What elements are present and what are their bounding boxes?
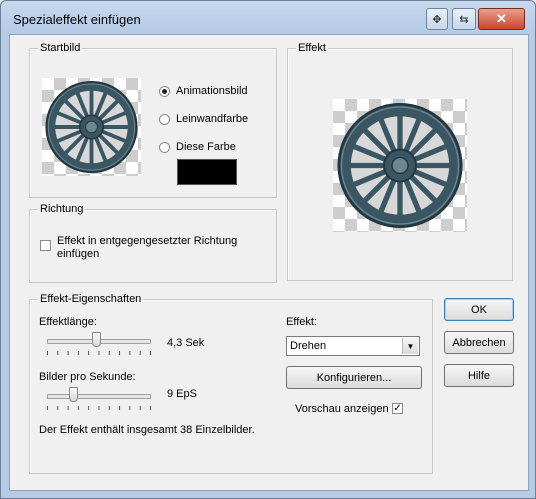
effekt-preview-group-label: Effekt <box>296 42 328 54</box>
dialog-window: Spezialeffekt einfügen ✥ ⇆ ✕ Startbild A… <box>0 0 536 499</box>
effect-type-select[interactable]: Drehen ▼ <box>286 336 420 356</box>
radio-dot[interactable] <box>159 113 170 125</box>
reverse-direction-checkbox[interactable] <box>40 240 51 251</box>
effect-type-label: Effekt: <box>286 316 317 328</box>
reverse-direction-label: Effekt in entgegengesetzter Richtung ein… <box>57 235 237 261</box>
richtung-group: Richtung Effekt in entgegengesetzter Ric… <box>29 203 277 283</box>
slider-thumb[interactable] <box>92 332 101 347</box>
radio-label: Diese Farbe <box>176 141 236 153</box>
effect-length-slider[interactable] <box>47 332 151 356</box>
context-help-icon[interactable]: ⇆ <box>452 8 476 30</box>
radio-leinwandfarbe[interactable]: Leinwandfarbe <box>159 113 248 125</box>
configure-button[interactable]: Konfigurieren... <box>286 366 422 389</box>
radio-animationsbild[interactable]: Animationsbild <box>159 85 248 97</box>
move-icon[interactable]: ✥ <box>426 8 448 30</box>
richtung-group-label: Richtung <box>38 203 86 215</box>
fps-slider[interactable] <box>47 387 151 411</box>
wheel-icon <box>337 102 463 229</box>
radio-dot-selected[interactable] <box>159 85 170 97</box>
radio-dot[interactable] <box>159 141 170 153</box>
effekt-preview-group: Effekt <box>287 42 513 281</box>
frames-summary: Der Effekt enthält insgesamt 38 Einzelbi… <box>39 424 255 436</box>
effekt-preview-image <box>333 99 467 232</box>
fps-value: 9 EpS <box>167 388 197 400</box>
close-button[interactable]: ✕ <box>478 8 525 30</box>
startbild-group: Startbild Animationsbild Leinwandfarbe D… <box>29 42 277 198</box>
preview-checkbox[interactable]: ✓ <box>392 403 403 414</box>
preview-label: Vorschau anzeigen <box>295 403 389 415</box>
radio-label: Animationsbild <box>176 85 248 97</box>
reverse-direction-label-line2: einfügen <box>57 248 100 260</box>
wheel-icon <box>45 80 138 174</box>
window-title: Spezialeffekt einfügen <box>13 12 141 27</box>
reverse-direction-label-line1: Effekt in entgegengesetzter Richtung <box>57 235 238 247</box>
effect-type-value: Drehen <box>290 340 327 352</box>
radio-diese-farbe[interactable]: Diese Farbe <box>159 141 236 153</box>
title-bar[interactable]: Spezialeffekt einfügen ✥ ⇆ ✕ <box>1 1 535 35</box>
radio-label: Leinwandfarbe <box>176 113 249 125</box>
chevron-down-icon[interactable]: ▼ <box>402 338 418 354</box>
ok-button[interactable]: OK <box>444 298 514 321</box>
eigenschaften-group-label: Effekt-Eigenschaften <box>38 293 144 305</box>
fps-label: Bilder pro Sekunde: <box>39 371 136 383</box>
startbild-group-label: Startbild <box>38 42 83 54</box>
slider-ticks <box>47 351 151 355</box>
slider-ticks <box>47 406 151 410</box>
color-swatch[interactable] <box>177 159 237 185</box>
effect-length-label: Effektlänge: <box>39 316 97 328</box>
startbild-thumbnail <box>42 78 141 176</box>
help-button[interactable]: Hilfe <box>444 364 514 387</box>
eigenschaften-group: Effekt-Eigenschaften Effektlänge: 4,3 Se… <box>29 293 433 474</box>
checkmark-icon: ✓ <box>393 402 402 414</box>
dialog-client: Startbild Animationsbild Leinwandfarbe D… <box>9 34 529 491</box>
slider-thumb[interactable] <box>69 387 78 402</box>
effect-length-value: 4,3 Sek <box>167 337 205 349</box>
slider-track <box>47 394 151 399</box>
cancel-button[interactable]: Abbrechen <box>444 331 514 354</box>
